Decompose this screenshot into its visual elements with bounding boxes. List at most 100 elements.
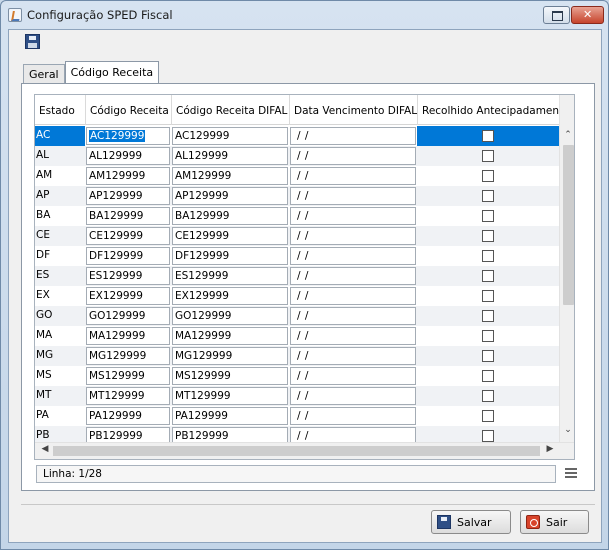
recolhido-checkbox[interactable] (482, 250, 494, 262)
column-header-codigo-difal[interactable]: Código Receita DIFAL (172, 95, 290, 125)
cell-data-vencimento[interactable]: / / (289, 146, 417, 166)
cell-codigo-receita[interactable]: EX129999 (85, 286, 171, 306)
cell-recolhido[interactable] (417, 266, 559, 286)
cell-codigo-difal[interactable]: MS129999 (171, 366, 289, 386)
tab-geral[interactable]: Geral (23, 64, 65, 84)
cell-data-vencimento[interactable]: / / (289, 346, 417, 366)
cell-codigo-difal[interactable]: AM129999 (171, 166, 289, 186)
table-row[interactable]: AL AL129999 AL129999/ / (35, 146, 560, 166)
recolhido-checkbox[interactable] (482, 350, 494, 362)
cell-recolhido[interactable] (417, 146, 559, 166)
cell-recolhido[interactable] (417, 246, 559, 266)
sair-button[interactable]: Sair (520, 510, 589, 534)
cell-recolhido[interactable] (417, 126, 559, 146)
cell-codigo-receita[interactable]: CE129999 (85, 226, 171, 246)
scroll-up-icon[interactable]: ⌃ (560, 130, 574, 146)
cell-estado[interactable]: MS (35, 366, 85, 386)
table-row[interactable]: EX EX129999 EX129999/ / (35, 286, 560, 306)
cell-data-vencimento[interactable]: / / (289, 286, 417, 306)
cell-codigo-difal[interactable]: PA129999 (171, 406, 289, 426)
cell-estado[interactable]: EX (35, 286, 85, 306)
recolhido-checkbox[interactable] (482, 150, 494, 162)
cell-recolhido[interactable] (417, 166, 559, 186)
scroll-right-icon[interactable]: ▶ (542, 444, 558, 458)
cell-estado[interactable]: AL (35, 146, 85, 166)
scroll-left-icon[interactable]: ◀ (37, 444, 53, 458)
horizontal-scrollbar[interactable]: ◀ ▶ (35, 442, 574, 459)
column-header-estado[interactable]: Estado (35, 95, 86, 125)
column-header-codigo-receita[interactable]: Código Receita (86, 95, 172, 125)
cell-codigo-receita[interactable]: MG129999 (85, 346, 171, 366)
cell-estado[interactable]: PA (35, 406, 85, 426)
cell-codigo-difal[interactable]: AP129999 (171, 186, 289, 206)
cell-estado[interactable]: CE (35, 226, 85, 246)
cell-codigo-receita[interactable]: AM129999 (85, 166, 171, 186)
cell-codigo-difal[interactable]: ES129999 (171, 266, 289, 286)
cell-recolhido[interactable] (417, 226, 559, 246)
cell-codigo-difal[interactable]: EX129999 (171, 286, 289, 306)
cell-recolhido[interactable] (417, 366, 559, 386)
recolhido-checkbox[interactable] (482, 390, 494, 402)
cell-data-vencimento[interactable]: / / (289, 226, 417, 246)
cell-recolhido[interactable] (417, 386, 559, 406)
table-row[interactable]: PA PA129999 PA129999/ / (35, 406, 560, 426)
cell-estado[interactable]: AP (35, 186, 85, 206)
cell-codigo-receita[interactable]: MS129999 (85, 366, 171, 386)
cell-codigo-difal[interactable]: MA129999 (171, 326, 289, 346)
recolhido-checkbox[interactable] (482, 310, 494, 322)
cell-codigo-receita[interactable]: BA129999 (85, 206, 171, 226)
cell-codigo-receita[interactable]: MT129999 (85, 386, 171, 406)
cell-estado[interactable]: MT (35, 386, 85, 406)
cell-estado[interactable]: AC (35, 126, 85, 146)
cell-data-vencimento[interactable]: / / (289, 406, 417, 426)
table-row[interactable]: BA BA129999 BA129999/ / (35, 206, 560, 226)
table-row[interactable]: CE CE129999 CE129999/ / (35, 226, 560, 246)
cell-codigo-receita[interactable]: PA129999 (85, 406, 171, 426)
cell-codigo-difal[interactable]: MG129999 (171, 346, 289, 366)
cell-estado[interactable]: ES (35, 266, 85, 286)
cell-codigo-difal[interactable]: DF129999 (171, 246, 289, 266)
recolhido-checkbox[interactable] (482, 290, 494, 302)
recolhido-checkbox[interactable] (482, 430, 494, 442)
cell-estado[interactable]: MA (35, 326, 85, 346)
cell-data-vencimento[interactable]: / / (289, 386, 417, 406)
recolhido-checkbox[interactable] (482, 190, 494, 202)
cell-codigo-receita[interactable]: ES129999 (85, 266, 171, 286)
table-row[interactable]: MS MS129999 MS129999/ / (35, 366, 560, 386)
cell-codigo-receita[interactable]: AL129999 (85, 146, 171, 166)
vertical-scrollbar[interactable]: ⌃ ⌄ (559, 95, 574, 442)
save-icon[interactable] (25, 34, 40, 49)
scroll-down-icon[interactable]: ⌄ (560, 425, 574, 441)
cell-estado[interactable]: GO (35, 306, 85, 326)
tab-codigo-receita[interactable]: Código Receita (64, 61, 160, 84)
cell-codigo-receita[interactable]: MA129999 (85, 326, 171, 346)
table-row[interactable]: MG MG129999 MG129999/ / (35, 346, 560, 366)
column-header-recolhido[interactable]: Recolhido Antecipadamente (418, 95, 560, 125)
cell-codigo-difal[interactable]: BA129999 (171, 206, 289, 226)
cell-recolhido[interactable] (417, 186, 559, 206)
cell-recolhido[interactable] (417, 406, 559, 426)
cell-data-vencimento[interactable]: / / (289, 166, 417, 186)
cell-data-vencimento[interactable]: / / (289, 246, 417, 266)
cell-data-vencimento[interactable]: / / (289, 126, 417, 146)
table-row[interactable]: ES ES129999 ES129999/ / (35, 266, 560, 286)
cell-data-vencimento[interactable]: / / (289, 206, 417, 226)
cell-codigo-difal[interactable]: GO129999 (171, 306, 289, 326)
recolhido-checkbox[interactable] (482, 170, 494, 182)
cell-recolhido[interactable] (417, 306, 559, 326)
cell-codigo-receita[interactable]: AP129999 (85, 186, 171, 206)
cell-codigo-difal[interactable]: CE129999 (171, 226, 289, 246)
column-header-data-vencimento[interactable]: Data Vencimento DIFAL (290, 95, 418, 125)
table-row[interactable]: AC AC129999 AC129999/ / (35, 126, 560, 146)
recolhido-checkbox[interactable] (482, 230, 494, 242)
table-row[interactable]: AP AP129999 AP129999/ / (35, 186, 560, 206)
close-button[interactable] (571, 6, 604, 24)
cell-codigo-difal[interactable]: AL129999 (171, 146, 289, 166)
cell-recolhido[interactable] (417, 326, 559, 346)
cell-recolhido[interactable] (417, 286, 559, 306)
cell-codigo-receita[interactable]: AC129999 (85, 126, 171, 146)
h-scroll-thumb[interactable] (53, 446, 540, 456)
recolhido-checkbox[interactable] (482, 330, 494, 342)
recolhido-checkbox[interactable] (482, 410, 494, 422)
salvar-button[interactable]: Salvar (431, 510, 511, 534)
